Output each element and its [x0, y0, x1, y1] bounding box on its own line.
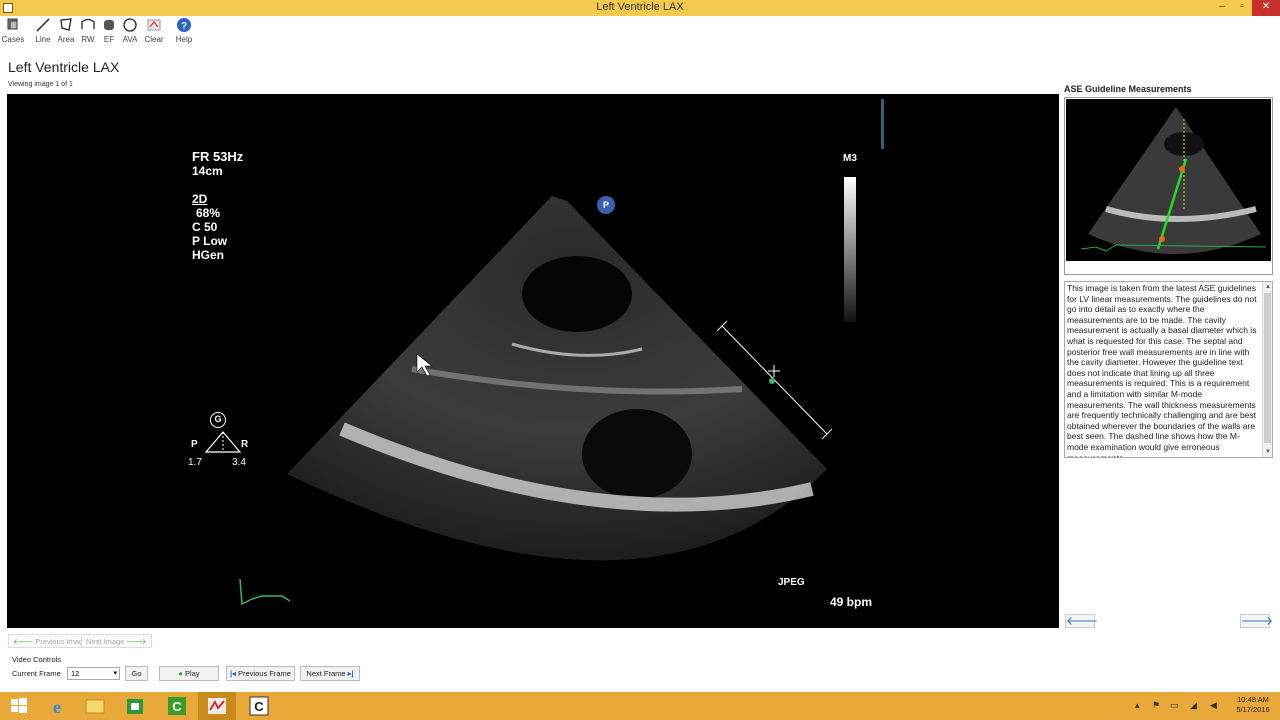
go-button[interactable]: Go	[125, 666, 148, 681]
taskbar-echo-app[interactable]	[198, 692, 236, 720]
image-viewer[interactable]: FR 53Hz 14cm 2D 68% C 50 P Low HGen M3 P…	[7, 94, 1059, 628]
next-frame-button[interactable]: Next Frame ▸|	[300, 666, 360, 681]
play-button[interactable]: ● Play	[159, 666, 219, 681]
next-frame-icon: ▸|	[347, 669, 354, 678]
depth-label: 14cm	[192, 164, 223, 178]
previous-frame-icon: |◂	[230, 669, 236, 678]
store-icon	[127, 699, 143, 714]
frame-rate-label: FR 53Hz	[192, 149, 244, 164]
echo-image: FR 53Hz 14cm 2D 68% C 50 P Low HGen M3 P…	[182, 99, 884, 624]
g-marker-icon: G	[210, 412, 226, 428]
orientation-icon	[204, 431, 242, 453]
svg-text:C: C	[254, 699, 264, 714]
ava-icon	[117, 17, 143, 35]
clear-tool-button[interactable]: Clear	[141, 17, 167, 47]
guideline-description[interactable]: This image is taken from the latest ASE …	[1064, 281, 1273, 458]
toolbar: Cases Line Area RW EF AVA Clear ? Help	[0, 17, 1280, 47]
tray-battery-icon[interactable]: ▭	[1170, 700, 1179, 711]
current-frame-label: Current Frame	[12, 669, 61, 678]
start-button[interactable]	[0, 692, 38, 720]
previous-image-button[interactable]: 🡐 Previous Image	[8, 634, 93, 648]
guideline-image	[1066, 99, 1271, 261]
taskbar-app-c2[interactable]: C	[240, 692, 278, 720]
cases-button[interactable]: Cases	[0, 17, 26, 47]
svg-text:C: C	[172, 699, 182, 714]
viewing-count: Viewing image 1 of 1	[8, 81, 73, 88]
taskbar-file-explorer[interactable]	[76, 692, 114, 720]
gain-label: 68%	[196, 206, 221, 220]
guideline-next-button[interactable]: 🡒	[1240, 614, 1273, 628]
tray-volume-icon[interactable]: ◀	[1210, 700, 1217, 711]
taskbar-internet-explorer[interactable]: e	[38, 692, 76, 720]
guideline-title: ASE Guideline Measurements	[1064, 84, 1192, 94]
heart-rate-label: 49 bpm	[830, 595, 873, 609]
windows-icon	[11, 698, 27, 713]
ava-tool-button[interactable]: AVA	[117, 17, 143, 47]
help-icon: ?	[171, 17, 197, 35]
orientation-p-label: P	[191, 439, 198, 450]
arrow-right-icon: 🡒	[126, 637, 147, 646]
minimize-button[interactable]: –	[1212, 0, 1232, 16]
svg-text:e: e	[53, 697, 61, 717]
viewer-scroll-thumb[interactable]	[881, 99, 884, 149]
frequency-label: HGen	[192, 248, 225, 262]
tray-chevron-icon[interactable]: ▴	[1135, 700, 1140, 711]
maximize-button[interactable]: ▫	[1232, 0, 1252, 16]
orientation-right-value: 3.4	[232, 457, 246, 468]
scroll-up-icon[interactable]: ▲	[1263, 282, 1272, 292]
next-image-button[interactable]: Next Image 🡒	[81, 634, 152, 648]
chevron-down-icon: ▾	[113, 670, 117, 677]
taskbar-store[interactable]	[116, 692, 154, 720]
cases-icon	[0, 17, 26, 35]
app-c-icon: C	[249, 696, 269, 716]
orientation-left-value: 1.7	[188, 457, 202, 468]
mode-label: 2D	[192, 192, 208, 206]
guideline-thumbnail[interactable]	[1064, 97, 1273, 275]
description-scrollbar[interactable]: ▲ ▼	[1262, 282, 1272, 457]
arrow-left-icon: 🡐	[13, 637, 34, 646]
compress-label: C 50	[192, 220, 218, 234]
echo-app-icon	[208, 698, 226, 714]
power-label: P Low	[192, 234, 228, 248]
clear-icon	[141, 17, 167, 35]
help-button[interactable]: ? Help	[171, 17, 197, 47]
tray-flag-icon[interactable]: ⚑	[1152, 700, 1160, 711]
m3-label: M3	[843, 153, 857, 164]
internet-explorer-icon: e	[53, 697, 61, 717]
taskbar-clock[interactable]: 10:48 AM 5/17/2016	[1230, 695, 1276, 715]
format-label: JPEG	[778, 577, 805, 588]
window-title: Left Ventricle LAX	[596, 1, 684, 13]
previous-frame-button[interactable]: |◂ Previous Frame	[226, 666, 295, 681]
close-button[interactable]: ✕	[1252, 0, 1280, 16]
title-bar: Left Ventricle LAX – ▫ ✕	[0, 0, 1280, 16]
guideline-prev-button[interactable]: 🡐	[1065, 614, 1098, 628]
probe-marker-icon: P	[597, 196, 615, 214]
taskbar: e C C	[0, 692, 1280, 720]
current-frame-select[interactable]: 12 ▾	[67, 667, 120, 680]
svg-text:?: ?	[181, 21, 187, 32]
orientation-r-label: R	[241, 439, 249, 450]
scroll-down-icon[interactable]: ▼	[1263, 447, 1272, 457]
scroll-thumb[interactable]	[1264, 293, 1271, 443]
page-title: Left Ventricle LAX	[8, 59, 120, 75]
app-c-icon: C	[168, 697, 186, 715]
tray-network-icon[interactable]: ◢	[1190, 700, 1197, 711]
folder-icon	[85, 699, 105, 714]
video-controls-label: Video Controls	[12, 655, 62, 664]
play-icon: ●	[178, 669, 183, 678]
taskbar-app-c1[interactable]: C	[158, 692, 196, 720]
guideline-description-text: This image is taken from the latest ASE …	[1067, 283, 1257, 458]
ultrasound-sector	[239, 177, 856, 606]
